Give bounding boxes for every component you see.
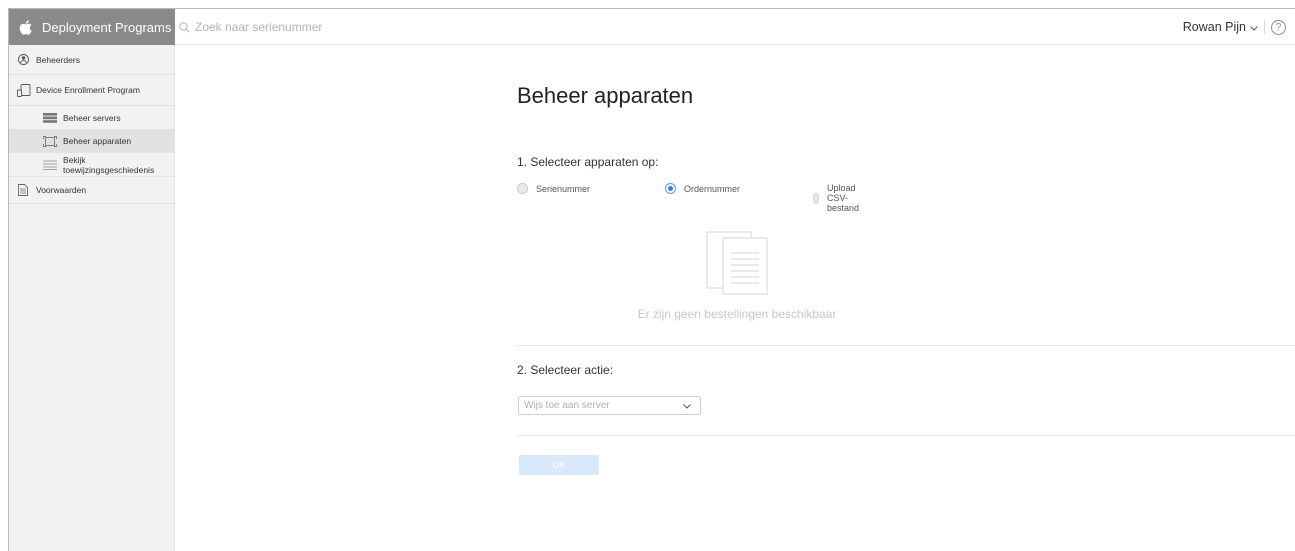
top-bar: Deployment Programs Zoek naar serienumme…: [9, 9, 1295, 45]
sidebar-item-label: Voorwaarden: [36, 185, 87, 195]
chevron-down-icon[interactable]: [1250, 20, 1258, 34]
sidebar-item-beheerders[interactable]: Beheerders: [9, 45, 174, 75]
sidebar-item-beheer-servers[interactable]: Beheer servers: [9, 106, 174, 130]
radio-label: Serienummer: [536, 183, 591, 194]
devices-icon: [17, 83, 31, 97]
sidebar-item-label: Beheer apparaten: [63, 136, 132, 146]
page-title: Beheer apparaten: [517, 83, 694, 108]
radio-dot[interactable]: [517, 183, 528, 194]
search-input[interactable]: Zoek naar serienummer: [195, 20, 322, 34]
sidebar-item-label-line1: Bekijk: [63, 154, 86, 165]
radio-dot[interactable]: [813, 192, 819, 204]
main-content: Beheer apparaten 1. Selecteer apparaten …: [176, 45, 1295, 551]
list-icon: [43, 160, 57, 170]
help-icon[interactable]: ?: [1271, 19, 1286, 35]
section-divider: [517, 345, 1295, 346]
sidebar-item-toewijzingsgeschiedenis[interactable]: Bekijk toewijzingsgeschiedenis: [9, 153, 174, 177]
radio-serienummer[interactable]: Serienummer: [517, 183, 590, 194]
radio-label: Upload CSV-bestand: [826, 183, 859, 213]
step2-label: 2. Selecteer actie:: [517, 363, 614, 377]
document-icon: [17, 184, 29, 196]
radio-ordernummer[interactable]: Ordernummer: [665, 183, 740, 194]
sidebar-item-label: Beheerders: [36, 54, 80, 65]
sidebar-item-label-line2: toewijzingsgeschiedenis: [63, 164, 155, 175]
step1-label: 1. Selecteer apparaten op:: [517, 155, 659, 169]
radio-label: Ordernummer: [684, 183, 741, 194]
apple-logo-icon: [19, 20, 33, 35]
person-circle-icon: [17, 54, 29, 65]
brand-title: Deployment Programs: [42, 19, 172, 35]
ok-button[interactable]: OK: [519, 455, 599, 475]
search-box[interactable]: Zoek naar serienummer: [179, 9, 322, 45]
chevron-down-icon: [683, 401, 691, 412]
sidebar-item-label-wrap: Bekijk toewijzingsgeschiedenis: [63, 155, 154, 175]
radio-upload-csv[interactable]: Upload CSV-bestand: [813, 183, 864, 213]
section-divider: [517, 435, 1295, 436]
user-name[interactable]: Rowan Pijn: [1183, 20, 1246, 34]
server-icon: [43, 112, 57, 123]
device-frame-icon: [43, 135, 57, 147]
action-select-value: Wijs toe aan server: [524, 400, 610, 411]
empty-documents-icon: [706, 231, 770, 300]
sidebar-item-label: Device Enrollment Program: [36, 85, 140, 95]
sidebar-item-device-enrollment[interactable]: Device Enrollment Program: [9, 75, 174, 106]
search-icon: [179, 21, 195, 33]
brand-bar[interactable]: Deployment Programs: [9, 9, 175, 45]
action-select[interactable]: Wijs toe aan server: [518, 396, 701, 415]
header-separator: [1264, 20, 1265, 34]
app-window: Deployment Programs Zoek naar serienumme…: [8, 8, 1295, 551]
sidebar: Beheerders Device Enrollment Program Beh…: [9, 45, 175, 551]
radio-dot-checked[interactable]: [665, 183, 676, 194]
user-menu-area: Rowan Pijn ?: [1183, 9, 1286, 45]
empty-state-text: Er zijn geen bestellingen beschikbaar: [637, 307, 837, 321]
sidebar-item-voorwaarden[interactable]: Voorwaarden: [9, 177, 174, 204]
sidebar-item-beheer-apparaten[interactable]: Beheer apparaten: [9, 130, 174, 153]
sidebar-item-label: Beheer servers: [63, 112, 121, 123]
